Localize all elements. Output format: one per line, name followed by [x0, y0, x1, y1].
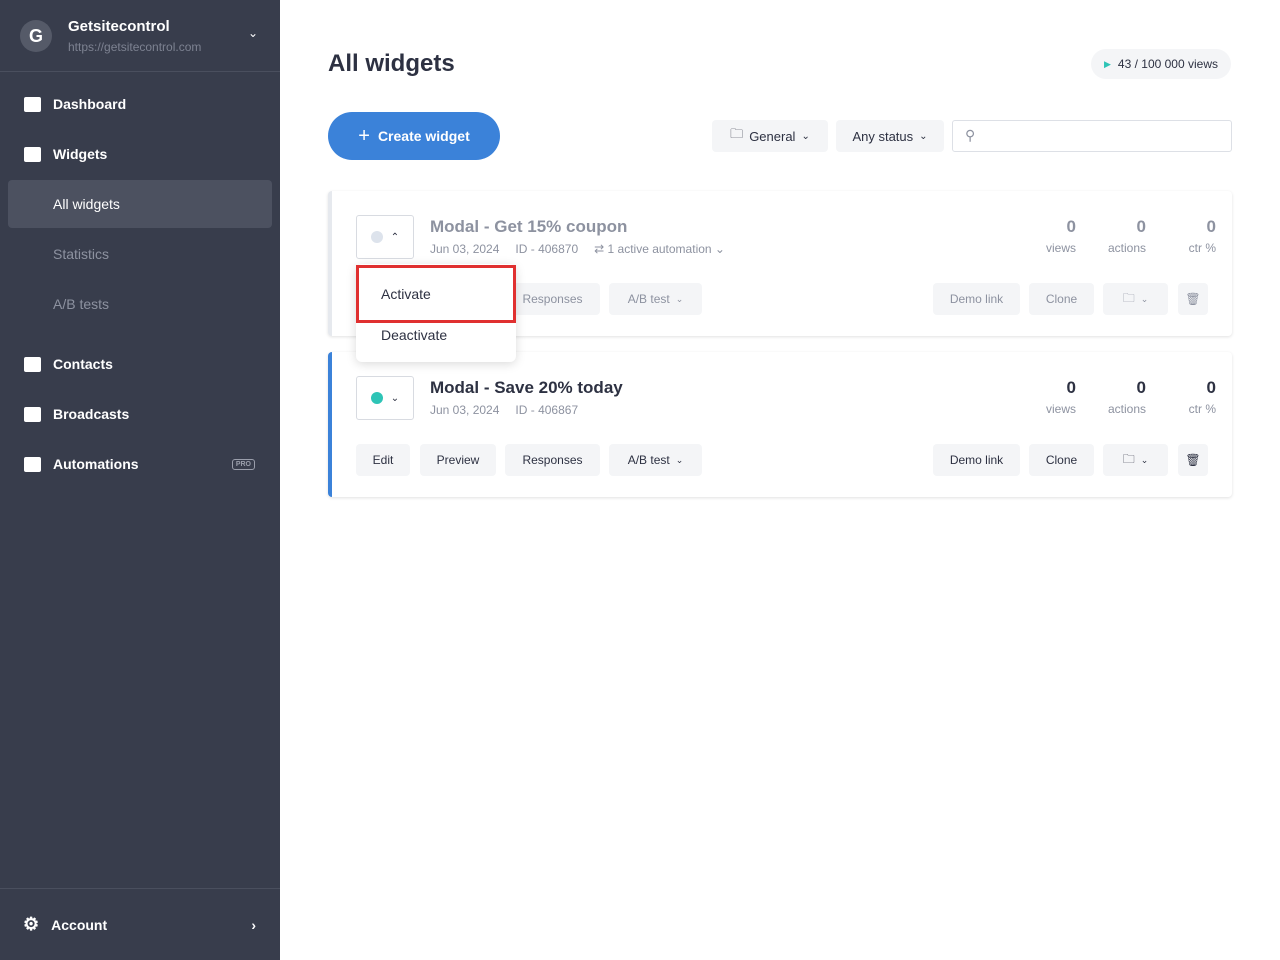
sidebar-item-automations[interactable]: Automations PRO	[0, 440, 280, 488]
sidebar-item-all-widgets[interactable]: All widgets	[8, 180, 272, 228]
chevron-down-icon: ⌄	[919, 130, 928, 142]
preview-button[interactable]: Preview	[420, 444, 496, 476]
folder-icon: 🗀	[1122, 290, 1135, 305]
demo-link-button[interactable]: Demo link	[933, 444, 1020, 476]
widget-id: ID - 406870	[515, 242, 579, 256]
contacts-icon	[24, 356, 41, 372]
status-filter[interactable]: Any status ⌄	[836, 120, 944, 152]
create-widget-button[interactable]: + Create widget	[328, 112, 500, 160]
views-label: views	[1045, 402, 1076, 416]
dashboard-icon	[24, 96, 41, 112]
label: General	[749, 128, 796, 144]
status-dropdown-menu: Activate Deactivate	[356, 264, 516, 362]
responses-button[interactable]: Responses	[505, 444, 600, 476]
folder-icon: 🗀	[1122, 451, 1135, 466]
search-icon: ⚲	[965, 127, 976, 143]
label: Account	[51, 916, 108, 933]
label: A/B test	[627, 453, 670, 467]
label: A/B test	[627, 292, 670, 306]
label: Broadcasts	[53, 406, 130, 422]
label: Contacts	[53, 356, 113, 372]
chevron-down-icon: ⌄	[1140, 454, 1149, 465]
clone-button[interactable]: Clone	[1029, 444, 1094, 476]
automation-link[interactable]: ⇄ 1 active automation ⌄	[594, 242, 725, 256]
actions-label: actions	[1107, 241, 1146, 255]
site-switcher[interactable]: G Getsitecontrol https://getsitecontrol.…	[0, 0, 280, 72]
actions-label: actions	[1107, 402, 1146, 416]
edit-button[interactable]: Edit	[356, 444, 410, 476]
ab-test-button[interactable]: A/B test ⌄	[609, 444, 702, 476]
clone-button[interactable]: Clone	[1029, 283, 1094, 315]
sidebar-item-account[interactable]: ⚙ Account ›	[0, 888, 280, 960]
views-label: views	[1045, 241, 1076, 255]
chevron-right-icon: ›	[251, 916, 256, 933]
sidebar-item-widgets[interactable]: Widgets	[0, 130, 280, 178]
widgets-icon	[24, 146, 41, 162]
status-toggle[interactable]: ⌃	[356, 215, 414, 259]
widget-id: ID - 406867	[515, 403, 579, 417]
status-dot	[370, 392, 383, 404]
label: 1 active automation	[607, 242, 712, 256]
sidebar-item-contacts[interactable]: Contacts	[0, 340, 280, 388]
label: Widgets	[53, 146, 108, 162]
actions-value: 0	[1136, 378, 1146, 397]
automation-icon	[24, 456, 41, 472]
folder-icon: 🗀	[730, 126, 744, 141]
page-title: All widgets	[328, 50, 455, 77]
widget-name[interactable]: Modal - Get 15% coupon	[430, 217, 627, 237]
site-name: Getsitecontrol	[68, 18, 170, 35]
views-value: 0	[1066, 378, 1076, 397]
folder-filter[interactable]: 🗀 General ⌄	[712, 120, 828, 152]
chevron-down-icon: ⌄	[675, 454, 684, 465]
delete-button[interactable]: 🗑	[1178, 444, 1208, 476]
trash-icon: 🗑	[1185, 453, 1201, 467]
pro-badge: PRO	[231, 458, 255, 470]
plus-icon: +	[358, 124, 370, 147]
play-icon: ▶	[1104, 58, 1111, 69]
search-input[interactable]: ⚲	[952, 120, 1232, 152]
chevron-down-icon: ⌄	[801, 130, 810, 142]
status-dot	[370, 231, 383, 243]
chevron-down-icon: ⌄	[1140, 293, 1149, 304]
site-url: https://getsitecontrol.com	[68, 40, 202, 54]
main: All widgets ▶ 43 / 100 000 views + Create …	[280, 0, 1280, 960]
gear-icon: ⚙	[23, 914, 40, 934]
trash-icon: 🗑	[1185, 292, 1201, 306]
widget-date: Jun 03, 2024	[430, 403, 500, 417]
move-folder-button[interactable]: 🗀 ⌄	[1103, 283, 1168, 315]
responses-button[interactable]: Responses	[505, 283, 600, 315]
actions-value: 0	[1136, 217, 1146, 236]
move-folder-button[interactable]: 🗀 ⌄	[1103, 444, 1168, 476]
menu-item-deactivate[interactable]: Deactivate	[356, 315, 516, 355]
ctr-value: 0	[1206, 217, 1216, 236]
delete-button[interactable]: 🗑	[1178, 283, 1208, 315]
sidebar-item-broadcasts[interactable]: Broadcasts	[0, 390, 280, 438]
ctr-label: ctr %	[1188, 241, 1216, 255]
demo-link-button[interactable]: Demo link	[933, 283, 1020, 315]
widget-card: ⌄ Modal - Save 20% today Jun 03, 2024 ID …	[328, 352, 1232, 497]
views-text: 43 / 100 000 views	[1117, 57, 1218, 71]
chevron-down-icon: ⌄	[390, 392, 400, 404]
sidebar-item-statistics[interactable]: Statistics	[8, 230, 272, 278]
ctr-value: 0	[1206, 378, 1216, 397]
chevron-up-icon: ⌃	[390, 231, 400, 243]
logo-icon: G	[20, 20, 52, 52]
label: Any status	[852, 128, 914, 144]
views-value: 0	[1066, 217, 1076, 236]
sidebar-item-ab-tests[interactable]: A/B tests	[8, 280, 272, 328]
label: Dashboard	[53, 96, 127, 112]
sidebar: G Getsitecontrol https://getsitecontrol.…	[0, 0, 280, 960]
status-toggle[interactable]: ⌄	[356, 376, 414, 420]
widget-date: Jun 03, 2024	[430, 242, 500, 256]
ab-test-button[interactable]: A/B test ⌄	[609, 283, 702, 315]
chevron-down-icon: ⌄	[247, 26, 258, 40]
views-usage-badge[interactable]: ▶ 43 / 100 000 views	[1091, 49, 1231, 79]
mail-icon	[24, 406, 41, 422]
chevron-down-icon: ⌄	[675, 293, 684, 304]
widget-name[interactable]: Modal - Save 20% today	[430, 378, 623, 398]
label: Create widget	[377, 128, 470, 144]
sidebar-item-dashboard[interactable]: Dashboard	[0, 80, 280, 128]
label: Automations	[53, 456, 139, 472]
ctr-label: ctr %	[1188, 402, 1216, 416]
